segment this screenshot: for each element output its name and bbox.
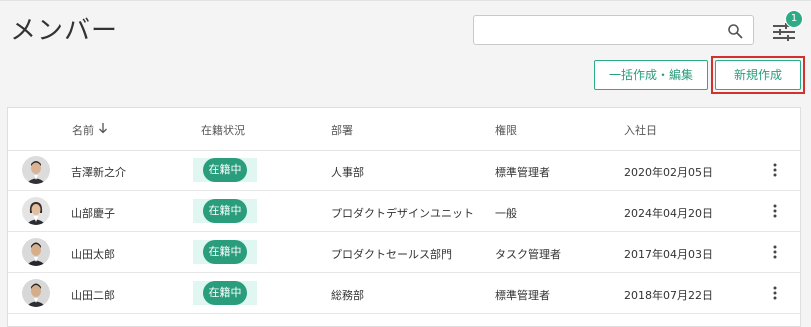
member-department: 総務部 [331,289,364,302]
page-title: メンバー [10,16,119,46]
member-joined-date: 2018年07月22日 [624,289,713,302]
sort-descending-icon[interactable] [98,122,108,134]
member-role: 一般 [495,207,517,220]
avatar [22,238,50,266]
column-header-department: 部署 [331,124,353,137]
member-role: 標準管理者 [495,166,550,179]
member-joined-date: 2020年02月05日 [624,166,713,179]
top-divider [0,0,811,1]
avatar [22,197,50,225]
table-row[interactable]: 吉澤新之介 在籍中 人事部 標準管理者 2020年02月05日 [8,150,800,191]
member-role: タスク管理者 [495,248,561,261]
more-options-icon[interactable] [769,285,781,301]
member-department: プロダクトセールス部門 [331,248,452,261]
bulk-create-edit-button[interactable]: 一括作成・編集 [594,60,708,90]
column-header-status: 在籍状況 [201,124,245,137]
table-header: 名前 在籍状況 部署 権限 入社日 [8,108,800,151]
search-icon[interactable] [727,23,743,39]
more-options-icon[interactable] [769,244,781,260]
search-box[interactable] [473,15,754,45]
member-name[interactable]: 山田太郎 [71,246,115,262]
more-options-icon[interactable] [769,203,781,219]
column-header-name[interactable]: 名前 [72,122,94,138]
column-header-joined: 入社日 [624,124,657,137]
member-joined-date: 2024年04月20日 [624,207,713,220]
table-row[interactable]: 山部慶子 在籍中 プロダクトデザインユニット 一般 2024年04月20日 [8,191,800,232]
member-joined-date: 2017年04月03日 [624,248,713,261]
member-role: 標準管理者 [495,289,550,302]
member-department: 人事部 [331,166,364,179]
search-input[interactable] [482,17,726,45]
status-badge: 在籍中 [203,281,247,305]
more-options-icon[interactable] [769,162,781,178]
new-create-button[interactable]: 新規作成 [715,60,801,90]
member-name[interactable]: 山田二郎 [71,287,115,303]
members-table: 名前 在籍状況 部署 権限 入社日 吉澤新之介 在籍中 人事部 標準管理者 20… [7,107,801,327]
status-badge: 在籍中 [203,240,247,264]
filter-count-badge: 1 [785,10,803,28]
table-row[interactable]: 山田太郎 在籍中 プロダクトセールス部門 タスク管理者 2017年04月03日 [8,232,800,273]
status-badge: 在籍中 [203,199,247,223]
avatar [22,279,50,307]
status-badge: 在籍中 [203,158,247,182]
member-name[interactable]: 吉澤新之介 [71,164,126,180]
member-name[interactable]: 山部慶子 [71,205,115,221]
member-department: プロダクトデザインユニット [331,207,474,220]
avatar [22,156,50,184]
column-header-role: 権限 [495,124,517,137]
table-row[interactable]: 山田二郎 在籍中 総務部 標準管理者 2018年07月22日 [8,273,800,314]
